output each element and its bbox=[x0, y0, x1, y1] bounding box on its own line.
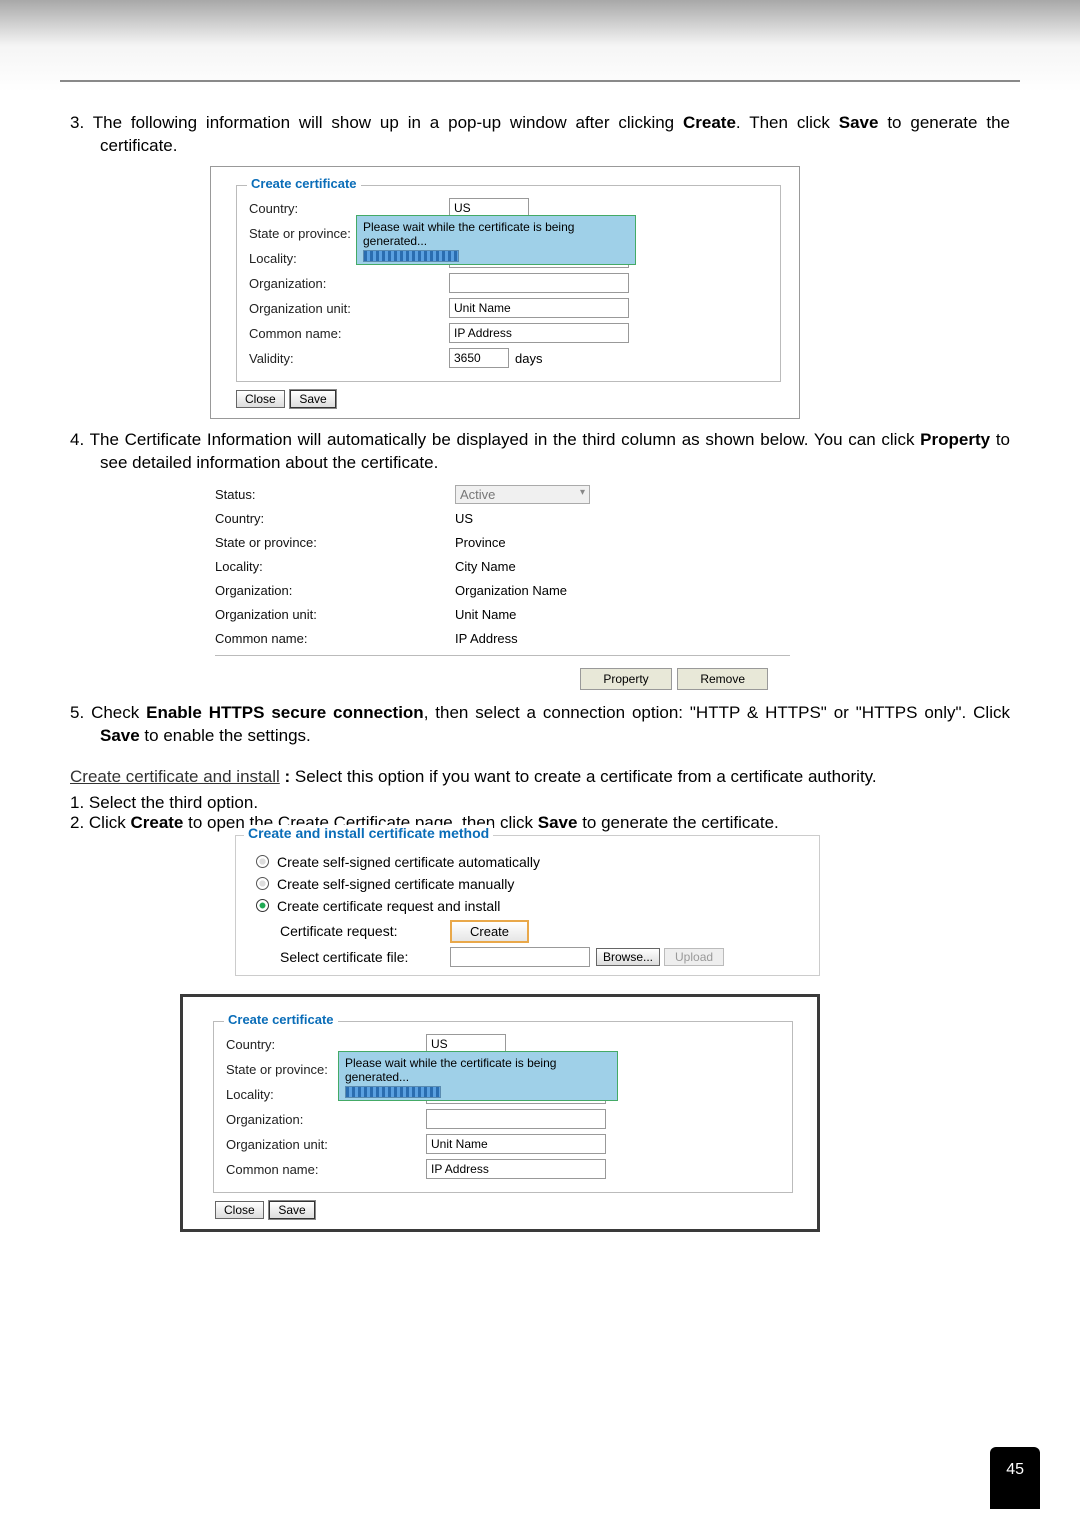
org-label: Organization: bbox=[249, 276, 409, 291]
certreq-label: Certificate request: bbox=[280, 923, 450, 939]
step-3: 3. The following information will show u… bbox=[70, 112, 1010, 158]
state-value: Province bbox=[455, 535, 506, 550]
step-num: 3. bbox=[70, 113, 84, 132]
fieldset-legend: Create certificate bbox=[247, 176, 361, 191]
radio-auto[interactable]: Create self-signed certificate automatic… bbox=[256, 854, 801, 870]
org-label: Organization: bbox=[215, 583, 455, 598]
radio-icon bbox=[256, 855, 269, 868]
status-label: Status: bbox=[215, 487, 455, 502]
file-input[interactable] bbox=[450, 947, 590, 967]
browse-button[interactable]: Browse... bbox=[596, 948, 660, 966]
save-button[interactable]: Save bbox=[290, 390, 335, 408]
step-4: 4. The Certificate Information will auto… bbox=[70, 429, 1010, 475]
validity-input[interactable] bbox=[449, 348, 509, 368]
section-create-install: Create certificate and install : Select … bbox=[70, 766, 1010, 789]
radio-manual[interactable]: Create self-signed certificate manually bbox=[256, 876, 801, 892]
create-certificate-screenshot-1: Create certificate Country: State or pro… bbox=[210, 166, 800, 419]
country-label: Country: bbox=[249, 201, 409, 216]
substep-2: 2. Click Create to open the Create Certi… bbox=[70, 813, 1010, 833]
orgunit-input[interactable] bbox=[449, 298, 629, 318]
common-value: IP Address bbox=[455, 631, 518, 646]
orgunit-value: Unit Name bbox=[455, 607, 516, 622]
selectfile-label: Select certificate file: bbox=[280, 949, 450, 965]
step-5: 5. Check Enable HTTPS secure connection,… bbox=[70, 702, 1010, 748]
close-button[interactable]: Close bbox=[236, 390, 285, 408]
common-label: Common name: bbox=[215, 631, 455, 646]
orgunit-input[interactable] bbox=[426, 1134, 606, 1154]
org-value: Organization Name bbox=[455, 583, 567, 598]
link-create-install: Create certificate and install bbox=[70, 767, 280, 786]
validity-unit: days bbox=[515, 351, 542, 366]
radio-icon bbox=[256, 877, 269, 890]
bold-create: Create bbox=[683, 113, 736, 132]
locality-value: City Name bbox=[455, 559, 516, 574]
page-number: 45 bbox=[990, 1447, 1040, 1509]
org-input[interactable] bbox=[449, 273, 629, 293]
remove-button[interactable]: Remove bbox=[677, 668, 768, 690]
radio-icon bbox=[256, 899, 269, 912]
generating-popup: Please wait while the certificate is bei… bbox=[338, 1051, 618, 1101]
popup-text: Please wait while the certificate is bei… bbox=[363, 220, 629, 248]
create-certificate-screenshot-2: Create certificate Country: State or pro… bbox=[180, 994, 820, 1232]
header-divider bbox=[60, 80, 1020, 82]
progress-bar-icon bbox=[345, 1086, 441, 1098]
country-value: US bbox=[455, 511, 473, 526]
org-input[interactable] bbox=[426, 1109, 606, 1129]
close-button[interactable]: Close bbox=[215, 1201, 264, 1219]
orgunit-label: Organization unit: bbox=[249, 301, 409, 316]
save-button[interactable]: Save bbox=[269, 1201, 314, 1219]
method-screenshot: Create and install certificate method Cr… bbox=[235, 835, 820, 976]
common-input[interactable] bbox=[426, 1159, 606, 1179]
validity-label: Validity: bbox=[249, 351, 409, 366]
common-label: Common name: bbox=[249, 326, 409, 341]
upload-button[interactable]: Upload bbox=[664, 948, 724, 966]
radio-request[interactable]: Create certificate request and install bbox=[256, 898, 801, 914]
orgunit-label: Organization unit: bbox=[215, 607, 455, 622]
country-label: Country: bbox=[215, 511, 455, 526]
certificate-info-screenshot: Status:Active Country:US State or provin… bbox=[215, 483, 790, 692]
fieldset-legend: Create certificate bbox=[224, 1012, 338, 1027]
state-label: State or province: bbox=[215, 535, 455, 550]
substep-1: 1. Select the third option. bbox=[70, 793, 1010, 813]
create-button[interactable]: Create bbox=[450, 920, 529, 943]
generating-popup: Please wait while the certificate is bei… bbox=[356, 215, 636, 265]
bold-save: Save bbox=[839, 113, 879, 132]
progress-bar-icon bbox=[363, 250, 459, 262]
method-legend: Create and install certificate method bbox=[244, 825, 493, 841]
step-text: The following information will show up i… bbox=[93, 113, 683, 132]
locality-label: Locality: bbox=[215, 559, 455, 574]
status-dropdown[interactable]: Active bbox=[455, 485, 590, 504]
property-button[interactable]: Property bbox=[580, 668, 671, 690]
common-input[interactable] bbox=[449, 323, 629, 343]
